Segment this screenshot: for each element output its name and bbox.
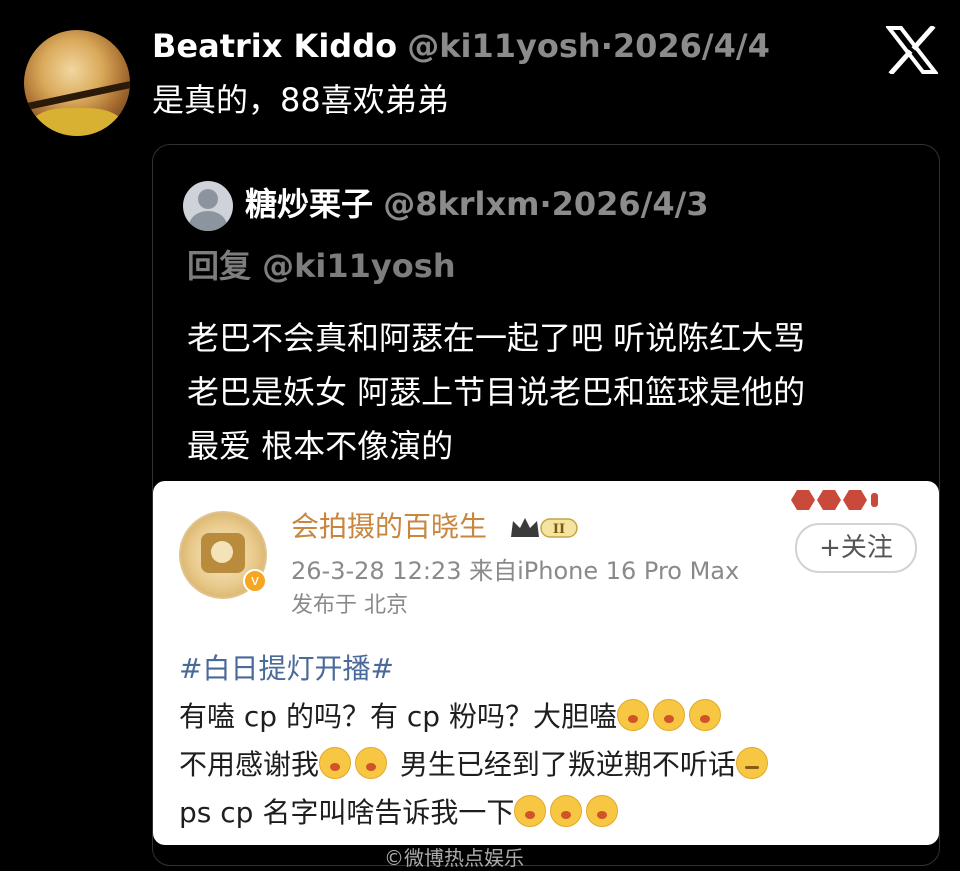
level-text: II bbox=[553, 522, 565, 537]
author-name[interactable]: Beatrix Kiddo bbox=[152, 27, 397, 65]
yawn-emoji-icon bbox=[319, 747, 352, 779]
default-avatar-icon[interactable] bbox=[183, 181, 233, 231]
yawn-emoji-icon bbox=[652, 699, 685, 731]
yawn-emoji-icon bbox=[616, 699, 649, 731]
weibo-line-1: 有嗑 cp 的吗？有 cp 粉吗？大胆嗑 bbox=[179, 693, 772, 741]
tweet-header: Beatrix Kiddo @ki11yosh·2026/4/4 bbox=[152, 26, 770, 66]
weibo-user-name[interactable]: 会拍摄的百晓生 bbox=[291, 509, 487, 545]
quoted-separator: · bbox=[539, 185, 552, 223]
weibo-line-2: 不用感谢我 男生已经到了叛逆期不听话 bbox=[179, 741, 772, 789]
weibo-text: #白日提灯开播# 有嗑 cp 的吗？有 cp 粉吗？大胆嗑 不用感谢我 男生已经… bbox=[179, 645, 772, 837]
quoted-line: 最爱 根本不像演的 bbox=[187, 427, 454, 465]
quoted-author-name[interactable]: 糖炒栗子 bbox=[245, 185, 373, 223]
reply-to[interactable]: 回复 @ki11yosh bbox=[187, 245, 456, 287]
verified-badge-icon: v bbox=[243, 569, 267, 593]
smirk-emoji-icon bbox=[735, 747, 768, 779]
yawn-emoji-icon bbox=[586, 795, 619, 827]
weibo-line-3: ps cp 名字叫啥告诉我一下 bbox=[179, 789, 772, 837]
medal-badges-icon bbox=[791, 490, 878, 510]
quoted-header: 糖炒栗子 @8krlxm·2026/4/3 bbox=[245, 183, 709, 225]
quoted-line: 老巴是妖女 阿瑟上节目说老巴和篮球是他的 bbox=[187, 373, 806, 411]
follow-button[interactable]: +关注 bbox=[795, 523, 917, 573]
crown-level-icon: II bbox=[511, 518, 578, 538]
tweet-text: 是真的，88喜欢弟弟 bbox=[152, 81, 449, 119]
weibo-line-2b-text: 男生已经到了叛逆期不听话 bbox=[391, 748, 736, 781]
weibo-line-2a-text: 不用感谢我 bbox=[179, 748, 320, 781]
quoted-date[interactable]: 2026/4/3 bbox=[552, 185, 709, 223]
x-logo-icon[interactable] bbox=[886, 26, 938, 74]
hashtag-link[interactable]: #白日提灯开播# bbox=[179, 652, 394, 685]
yawn-emoji-icon bbox=[688, 699, 721, 731]
weibo-line-1-text: 有嗑 cp 的吗？有 cp 粉吗？大胆嗑 bbox=[179, 700, 617, 733]
yawn-emoji-icon bbox=[514, 795, 547, 827]
watermark-caption: ©微博热点娱乐 bbox=[384, 846, 524, 870]
author-handle[interactable]: @ki11yosh bbox=[407, 27, 600, 65]
separator: · bbox=[600, 27, 613, 65]
weibo-line-3-text: ps cp 名字叫啥告诉我一下 bbox=[179, 796, 515, 829]
quoted-text: 老巴不会真和阿瑟在一起了吧 听说陈红大骂 老巴是妖女 阿瑟上节目说老巴和篮球是他… bbox=[187, 311, 927, 473]
weibo-location: 发布于 北京 bbox=[291, 593, 408, 618]
quoted-tweet[interactable]: 糖炒栗子 @8krlxm·2026/4/3 回复 @ki11yosh 老巴不会真… bbox=[152, 144, 940, 866]
quoted-line: 老巴不会真和阿瑟在一起了吧 听说陈红大骂 bbox=[187, 319, 806, 357]
yawn-emoji-icon bbox=[550, 795, 583, 827]
weibo-time-source: 26-3-28 12:23 来自iPhone 16 Pro Max bbox=[291, 557, 740, 585]
tweet-date[interactable]: 2026/4/4 bbox=[613, 27, 770, 65]
tweet-avatar[interactable] bbox=[24, 30, 130, 136]
quoted-author-handle[interactable]: @8krlxm bbox=[383, 185, 539, 223]
weibo-screenshot[interactable]: v 会拍摄的百晓生 II 26-3-28 12:23 来自iPhone 16 P… bbox=[153, 481, 939, 845]
yawn-emoji-icon bbox=[355, 747, 388, 779]
